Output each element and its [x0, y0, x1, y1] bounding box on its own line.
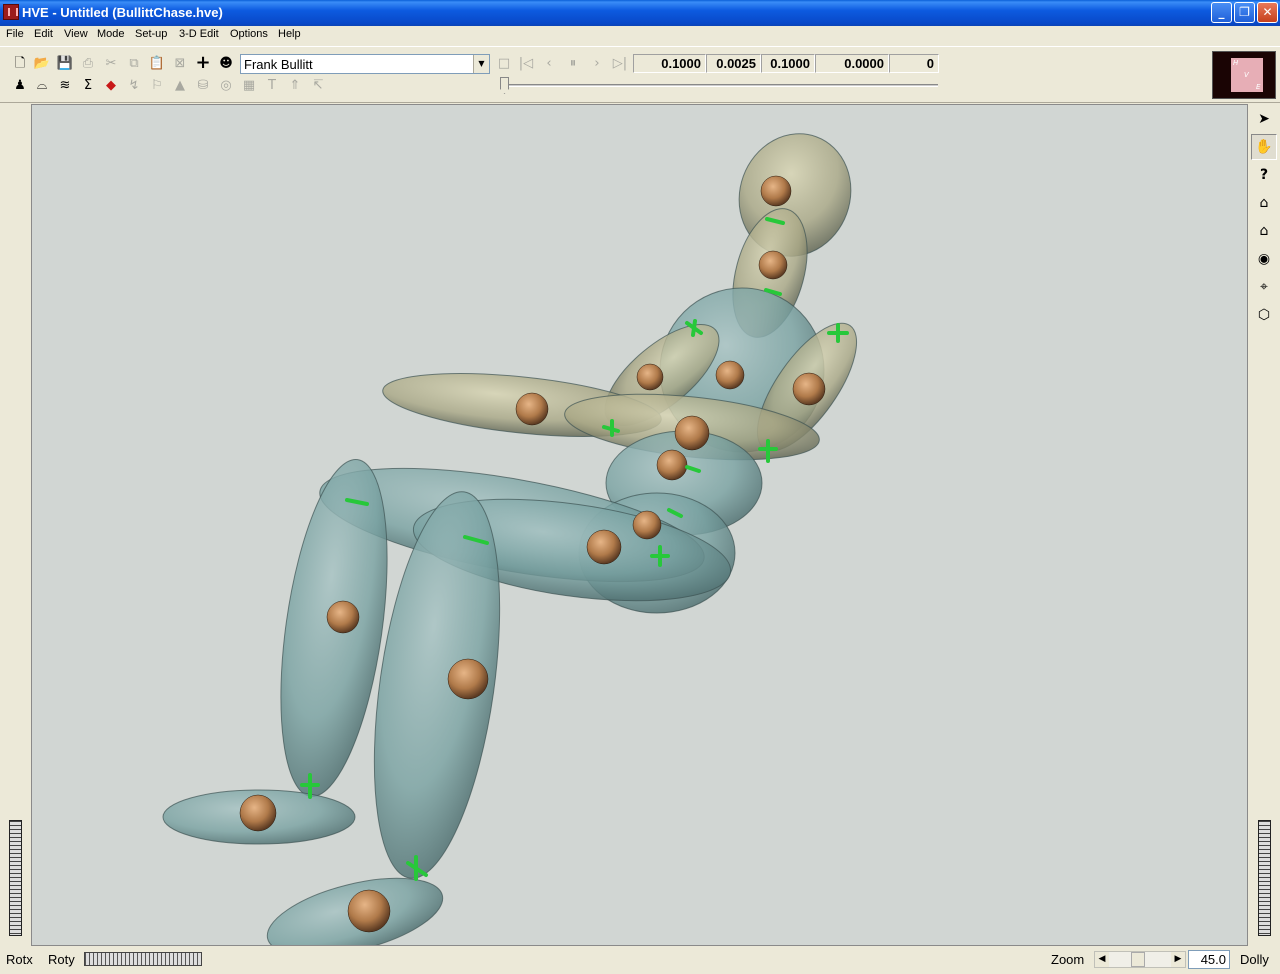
current-time-field[interactable]: 0.0000 — [815, 54, 889, 73]
logo-letter-e: E — [1256, 83, 1261, 91]
home-icon[interactable]: ⌂ — [1251, 190, 1277, 216]
tire-icon[interactable]: ◎ — [217, 76, 235, 94]
pause-icon[interactable]: ⏸ — [564, 54, 582, 72]
joint-head — [760, 175, 792, 207]
add-icon[interactable]: + — [194, 54, 212, 72]
copy-icon[interactable]: ⧉ — [125, 54, 143, 72]
joint-shoulder-right — [792, 372, 826, 406]
hve-logo: H V E — [1212, 51, 1276, 99]
chevron-down-icon[interactable]: ▼ — [473, 55, 489, 73]
dolly-label: Dolly — [1240, 952, 1269, 967]
stop-icon[interactable]: □ — [495, 54, 513, 72]
step-back-icon[interactable]: ‹ — [540, 54, 558, 72]
eye-view-icon[interactable]: ◉ — [1251, 246, 1277, 272]
cut-icon[interactable]: ✂ — [102, 54, 120, 72]
frame-field[interactable]: 0 — [889, 54, 939, 73]
joint-shoulder-left — [636, 363, 664, 391]
menu-view[interactable]: View — [64, 28, 88, 40]
object-selector[interactable]: Frank Bullitt ▼ — [240, 54, 490, 74]
minimize-button[interactable]: _ — [1211, 2, 1232, 23]
chevron-right-icon[interactable]: ▶ — [1171, 952, 1185, 967]
output-interval-field[interactable]: 0.1000 — [761, 54, 815, 73]
joint-wrist — [674, 415, 710, 451]
zoom-value-field[interactable]: 45.0 — [1188, 950, 1230, 969]
timestep-field[interactable]: 0.0025 — [706, 54, 761, 73]
delete-icon[interactable]: ⊠ — [171, 54, 189, 72]
menu-help[interactable]: Help — [278, 28, 301, 40]
object-selector-value: Frank Bullitt — [244, 57, 313, 72]
time-field[interactable]: 0.1000 — [633, 54, 706, 73]
menu-options[interactable]: Options — [230, 28, 268, 40]
environment-icon[interactable]: ⌓ — [33, 76, 51, 94]
help-icon[interactable]: ? — [1251, 162, 1277, 188]
new-file-icon[interactable]: 🗋 — [11, 54, 29, 72]
menu-bar: File Edit View Mode Set-up 3-D Edit Opti… — [0, 26, 1280, 45]
roty-label: Roty — [48, 952, 75, 967]
wall-icon[interactable]: ▦ — [240, 76, 258, 94]
joint-knee-left — [326, 600, 360, 634]
barrel-icon[interactable]: ⛁ — [194, 76, 212, 94]
dolly-thumbwheel[interactable] — [1258, 820, 1271, 936]
home-set-icon[interactable]: ⌂ — [1251, 218, 1277, 244]
logo-letter-h: H — [1233, 59, 1239, 67]
step-forward-icon[interactable]: › — [588, 54, 606, 72]
joint-ankle-right — [347, 889, 391, 933]
menu-mode[interactable]: Mode — [97, 28, 125, 40]
joint-ankle-left — [239, 794, 277, 832]
pin-icon[interactable]: ⇑ — [286, 76, 304, 94]
joint-knee-right — [447, 658, 489, 700]
rewind-start-icon[interactable]: |◁ — [517, 54, 535, 72]
title-bar: HVE - Untitled (BullittChase.hve) _ ❐ ✕ — [0, 0, 1280, 26]
path-icon[interactable]: ↯ — [125, 76, 143, 94]
rotx-label: Rotx — [6, 952, 33, 967]
close-button[interactable]: ✕ — [1257, 2, 1278, 23]
humans-icon[interactable]: ♟ — [11, 76, 29, 94]
menu-3d-edit[interactable]: 3-D Edit — [179, 28, 219, 40]
rotx-thumbwheel[interactable] — [9, 820, 22, 936]
app-icon[interactable] — [3, 4, 19, 20]
roty-thumbwheel[interactable] — [84, 952, 202, 966]
cone-icon[interactable]: ▲ — [171, 76, 189, 94]
sum-icon[interactable]: Σ — [79, 76, 97, 94]
collision-icon[interactable]: ◆ — [102, 76, 120, 94]
print-icon[interactable]: ⎙ — [79, 54, 97, 72]
target-icon[interactable]: ⌖ — [1251, 274, 1277, 300]
paste-icon[interactable]: 📋 — [148, 54, 166, 72]
chevron-left-icon[interactable]: ◀ — [1095, 952, 1109, 967]
status-bar: Rotx Roty Zoom ◀ ▶ 45.0 Dolly — [0, 946, 1280, 974]
select-arrow-icon[interactable]: ➤ — [1251, 106, 1277, 132]
restore-button[interactable]: ❐ — [1234, 2, 1255, 23]
fast-forward-end-icon[interactable]: ▷| — [611, 54, 629, 72]
playback-slider-track[interactable] — [504, 84, 938, 87]
arrow-icon[interactable]: ↸ — [309, 76, 327, 94]
menu-setup[interactable]: Set-up — [135, 28, 167, 40]
text-icon[interactable]: T — [263, 76, 281, 94]
joint-chest — [715, 360, 745, 390]
human-model-render — [162, 133, 858, 945]
flag-icon[interactable]: ⚐ — [148, 76, 166, 94]
terrain-icon[interactable]: ≋ — [56, 76, 74, 94]
joint-waist — [656, 449, 688, 481]
left-strip — [0, 104, 31, 946]
zoom-scrollbar[interactable]: ◀ ▶ — [1094, 951, 1186, 968]
zoom-label: Zoom — [1051, 952, 1085, 967]
joint-neck — [758, 250, 788, 280]
zoom-scroll-thumb[interactable] — [1131, 952, 1145, 967]
3d-viewport[interactable] — [31, 104, 1248, 946]
hand-pan-icon[interactable]: ✋ — [1251, 134, 1277, 160]
window-title: HVE - Untitled (BullittChase.hve) — [22, 5, 223, 20]
joint-hip — [586, 529, 622, 565]
open-file-icon[interactable]: 📂 — [33, 54, 51, 72]
joint-pelvis — [632, 510, 662, 540]
human-model-icon[interactable]: ☻ — [217, 54, 235, 72]
joint-elbow — [515, 392, 549, 426]
toolbar-separator — [0, 102, 1280, 103]
menu-edit[interactable]: Edit — [34, 28, 53, 40]
save-icon[interactable]: 💾 — [56, 54, 74, 72]
cube-view-icon[interactable]: ⬡ — [1251, 302, 1277, 328]
menu-file[interactable]: File — [6, 28, 24, 40]
logo-letter-v: V — [1244, 71, 1249, 79]
